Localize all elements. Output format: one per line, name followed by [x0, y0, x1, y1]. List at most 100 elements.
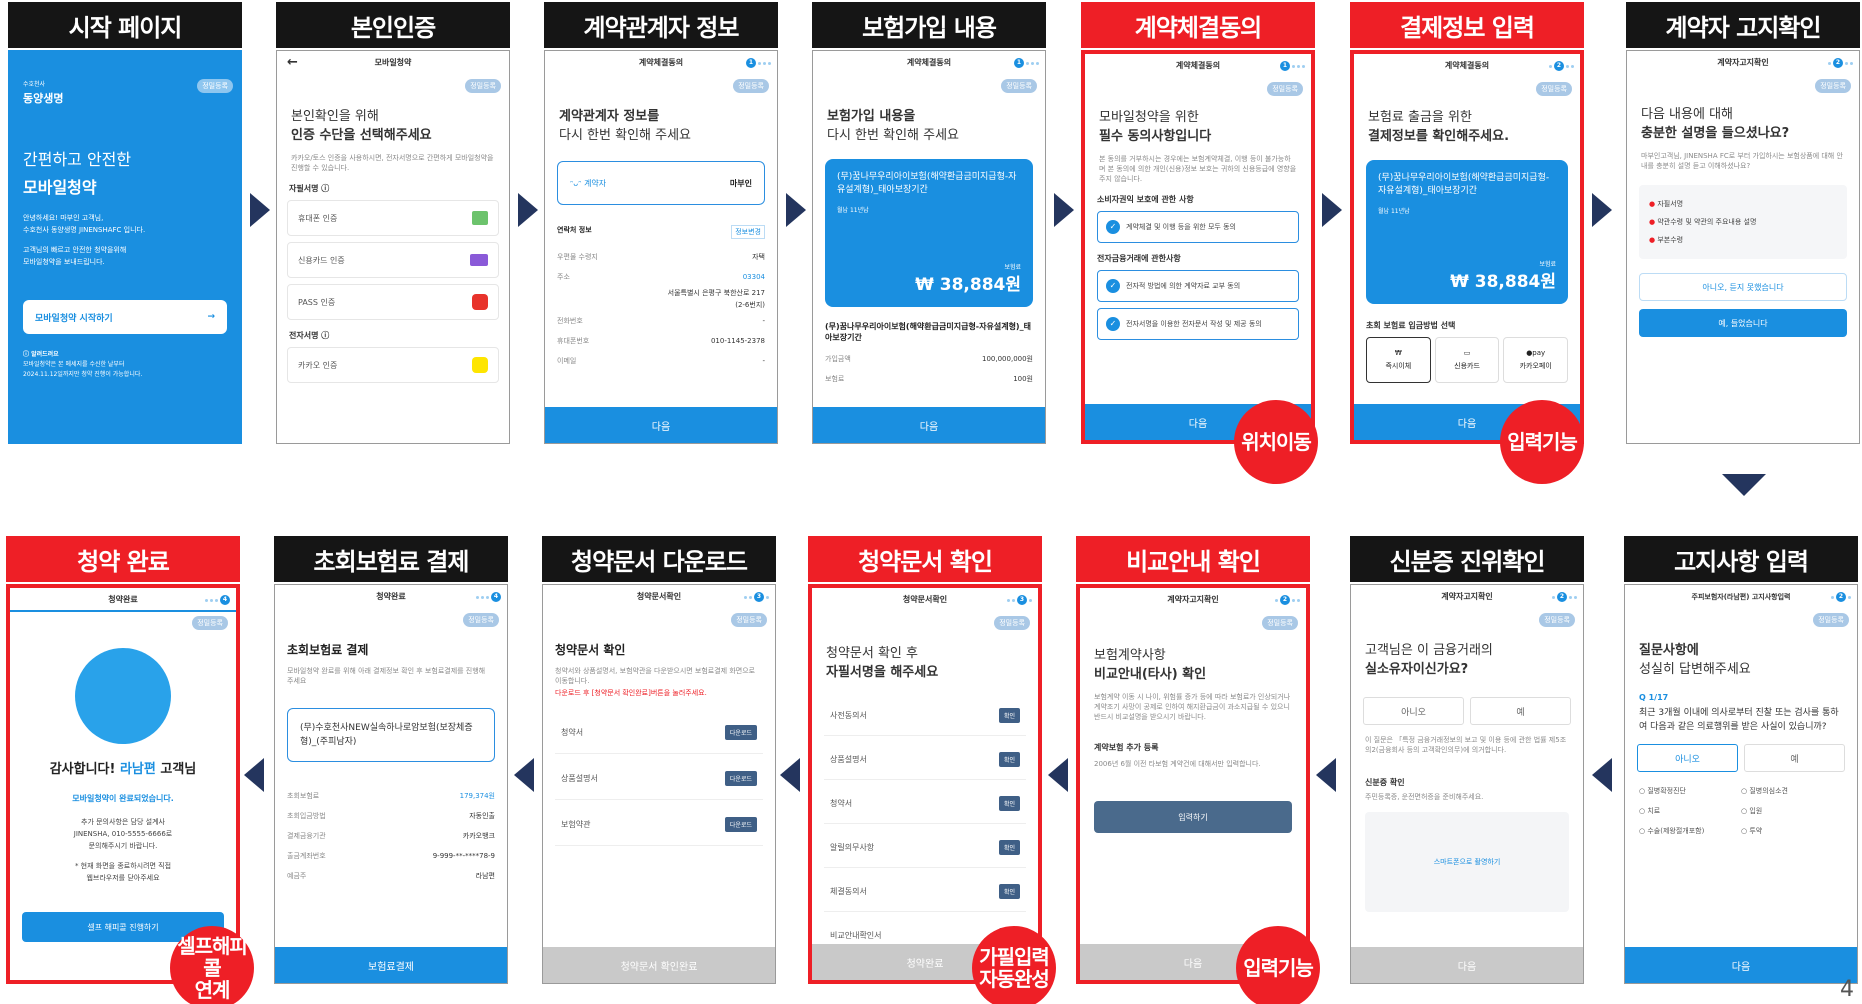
- title-b: 다시 한번 확인해 주세요: [559, 128, 691, 143]
- yes-option[interactable]: 예: [1470, 697, 1571, 725]
- no-option[interactable]: 아니오: [1637, 744, 1738, 772]
- title-a: 고객님은 이 금융거래의: [1365, 643, 1493, 658]
- credit-card-icon: [470, 254, 488, 266]
- status-badge: 정밀등록: [1536, 82, 1572, 96]
- pay-option-transfer[interactable]: ₩ 즉시이체: [1366, 337, 1431, 383]
- option-item[interactable]: ○ 투약: [1741, 826, 1843, 836]
- no-option[interactable]: 아니오: [1363, 697, 1464, 725]
- confirm-button[interactable]: 확인: [998, 840, 1020, 855]
- option-item[interactable]: ○ 입원: [1741, 806, 1843, 816]
- auth-option-label: PASS 인증: [298, 297, 336, 307]
- phone-screen: 청약완료 4 정밀등록 초회보험료 결제 모바일청약 완료를 위해 아래 결제정보…: [274, 584, 508, 984]
- take-photo-link[interactable]: 스마트폰으로 촬영하기: [1434, 857, 1501, 867]
- role-label: 계약자: [584, 178, 607, 188]
- step-card-id-verify: 신분증 진위확인 계약자고지확인 2 정밀등록 고객님은 이 금융거래의 실소유자이…: [1350, 536, 1584, 984]
- pay-option-kakaopay[interactable]: ●pay 카카오페이: [1503, 337, 1569, 383]
- consent-label: 계약체결 및 이행 등을 위한 모두 동의: [1126, 223, 1236, 231]
- kv-value: 100원: [1013, 375, 1033, 383]
- kv-row: 가입금액 100,000,000원: [825, 349, 1033, 369]
- doc-confirm-button[interactable]: 청약문서 확인완료: [543, 947, 775, 983]
- yes-button[interactable]: 예, 들었습니다: [1639, 309, 1847, 337]
- consent-all-checkbox[interactable]: ✓ 계약체결 및 이행 등을 위한 모두 동의: [1097, 211, 1299, 243]
- kv-value: 서울특별시 은평구 북한산로 217: [667, 289, 765, 297]
- desc: 청약서와 상품설명서, 보험약관을 다운받으시면 보험료결제 화면으로 이동합니…: [555, 667, 756, 685]
- edit-info-button[interactable]: 정보변경: [731, 225, 765, 239]
- status-badge: 정밀등록: [197, 79, 233, 93]
- flow-arrow-left: [514, 758, 534, 792]
- kv-row: 전화번호 -: [557, 311, 765, 331]
- kv-value: 9-999-**-****78-9: [432, 852, 495, 860]
- product-box: (무)수호천사NEW실속하나로암보험(보장체증형)_(주피남자): [287, 708, 495, 762]
- option-label: 투약: [1749, 827, 1763, 835]
- option-item[interactable]: ○ 수술(제왕절개포함): [1639, 826, 1741, 836]
- next-button[interactable]: 다음: [1351, 947, 1583, 983]
- auth-option-card[interactable]: 신용카드 인증: [287, 242, 499, 278]
- input-button[interactable]: 입력하기: [1094, 801, 1292, 833]
- kv-row: 서울특별시 은평구 북한산로 217: [557, 287, 765, 299]
- download-button[interactable]: 다운로드: [724, 817, 757, 832]
- next-button[interactable]: 다음: [545, 407, 777, 443]
- pay-premium-button[interactable]: 보험료결제: [275, 947, 507, 983]
- kv-row: 초회보험료 179,374원: [287, 786, 495, 806]
- doc-row: 알릴의무사항 확인: [824, 828, 1026, 868]
- confirm-button[interactable]: 확인: [998, 752, 1020, 767]
- status-badge: 정밀등록: [1815, 79, 1851, 93]
- back-icon[interactable]: ←: [287, 51, 298, 75]
- no-button[interactable]: 아니오, 듣지 못했습니다: [1639, 273, 1847, 301]
- step-title: 청약문서 다운로드: [542, 536, 776, 582]
- section-title: 자필서명 ⓘ: [289, 184, 330, 193]
- info-line: 추가 문의사항은 담당 설계사: [81, 818, 165, 826]
- flow-arrow-left: [1316, 758, 1336, 792]
- consent-esign-checkbox[interactable]: ✓ 전자서명을 이용한 전자문서 작성 및 제공 동의: [1097, 308, 1299, 340]
- radio-icon: ○: [1639, 807, 1646, 815]
- option-item[interactable]: ○ 질병의심소견: [1741, 786, 1843, 796]
- screen-title: 계약자고지확인: [1441, 592, 1493, 601]
- download-button[interactable]: 다운로드: [724, 771, 757, 786]
- next-button[interactable]: 다음: [813, 407, 1045, 443]
- yes-option[interactable]: 예: [1744, 744, 1845, 772]
- step-title: 본인인증: [276, 2, 510, 48]
- phone-screen: 계약자고지확인 2 정밀등록 보험계약사항 비교안내(타사) 확인 보험계약 이동 …: [1076, 584, 1310, 984]
- check-icon: ✓: [1106, 279, 1120, 293]
- auth-option-kakao[interactable]: 카카오 인증: [287, 347, 499, 383]
- title-b: 비교안내(타사) 확인: [1094, 667, 1207, 682]
- premium-card: (무)꿈나무우리아이보험(해약환급금미지급형-자유설계형)_태아보장기간 월납 …: [1366, 160, 1568, 304]
- consent-electronic-checkbox[interactable]: ✓ 전자적 방법에 의한 계약자료 교부 동의: [1097, 270, 1299, 302]
- contractor-card[interactable]: ᵔᴗᵔ 계약자 마부인: [557, 161, 765, 205]
- flow-arrow-right: [250, 193, 270, 227]
- phone-icon: [472, 211, 488, 225]
- doc-row: 체결동의서 확인: [824, 872, 1026, 912]
- product-name: (무)꿈나무우리아이보험(해약환급금미지급형-자유설계형)_태아보장기간: [1378, 173, 1550, 196]
- thanks-text: 감사합니다!: [49, 762, 116, 777]
- option-item[interactable]: ○ 질병확정진단: [1639, 786, 1741, 796]
- check-icon: ✓: [1106, 220, 1120, 234]
- screen-title: 계약자고지확인: [1717, 58, 1769, 67]
- feature-badge-input-2: 입력기능: [1236, 926, 1320, 1004]
- confirm-button[interactable]: 확인: [998, 884, 1020, 899]
- screen-title: 계약체결동의: [1175, 61, 1221, 70]
- kv-value: 179,374원: [459, 792, 495, 800]
- pay-option-card[interactable]: ▭ 신용카드: [1434, 337, 1500, 383]
- kv-key: 휴대폰번호: [557, 337, 590, 345]
- download-button[interactable]: 다운로드: [724, 725, 757, 740]
- confirm-button[interactable]: 확인: [998, 796, 1020, 811]
- confirm-button[interactable]: 확인: [998, 708, 1020, 723]
- status-badge: 정밀등록: [994, 616, 1030, 630]
- id-photo-area[interactable]: 스마트폰으로 촬영하기: [1365, 812, 1569, 912]
- step-card-comparison: 비교안내 확인 계약자고지확인 2 정밀등록 보험계약사항 비교안내(타사) 확인 …: [1076, 536, 1310, 984]
- kv-value: -: [762, 317, 765, 325]
- doc-name: 알릴의무사항: [830, 843, 875, 852]
- next-button[interactable]: 다음: [1625, 947, 1857, 983]
- start-button[interactable]: 모바일청약 시작하기 →: [23, 300, 227, 334]
- payment-chips: 월납 11년납: [1378, 208, 1410, 215]
- option-item[interactable]: ○ 치료: [1639, 806, 1741, 816]
- kv-key: 예금주: [287, 872, 307, 880]
- desc: 카카오/토스 인증을 사용하시면, 전자서명으로 간편하게 모바일청약을 진행할…: [291, 154, 494, 172]
- notice-line: 모바일청약은 본 메세지를 수신한 날부터: [23, 361, 125, 368]
- step-title: 고지사항 입력: [1624, 536, 1858, 582]
- option-label: 수술(제왕절개포함): [1647, 827, 1705, 835]
- option-grid: ○ 질병확정진단 ○ 질병의심소견 ○ 치료 ○ 입원 ○ 수술(제왕절개포함)…: [1639, 786, 1843, 836]
- auth-option-phone[interactable]: 휴대폰 인증: [287, 200, 499, 236]
- title-b: 인증 수단을 선택해주세요: [291, 128, 432, 143]
- auth-option-pass[interactable]: PASS 인증: [287, 284, 499, 320]
